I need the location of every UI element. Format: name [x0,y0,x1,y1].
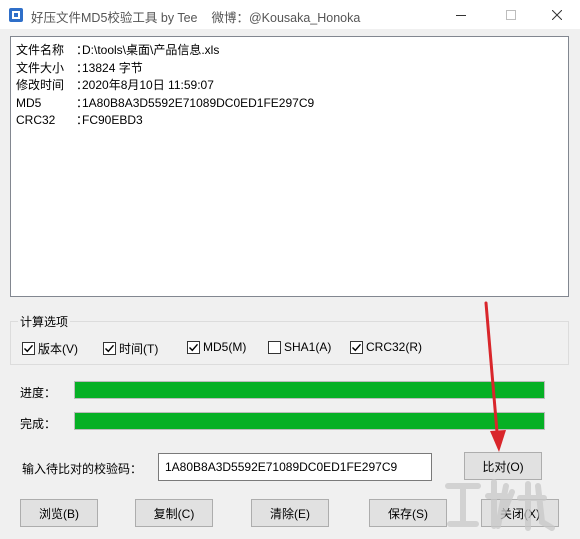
checkbox-box[interactable] [187,340,200,354]
compare-label: 输入待比对的校验码： [22,462,143,476]
window-subtitle: 微博：@Kousaka_Honoka [211,11,361,25]
checkbox-box[interactable] [103,342,116,355]
clear-button[interactable]: 清除(E) [251,499,329,527]
checkbox-crc32[interactable]: CRC32(R) [350,340,422,354]
checkmark-icon [24,344,34,353]
row-key: MD5 [16,95,42,110]
calc-options-title: 计算选项 [18,313,71,330]
complete-bar [74,412,545,430]
output-row-md5: MD5 ：1A80B8A3D5592E71089DC0ED1FE297C9 [16,95,563,113]
title-bar: 好压文件MD5校验工具 by Tee 微博：@Kousaka_Honoka [0,0,580,29]
row-key: 修改时间 [16,78,65,92]
window-title: 好压文件MD5校验工具 by Tee [31,11,198,25]
progress-label: 进度： [20,386,57,400]
minimize-icon [456,14,466,16]
checkmark-icon [352,343,362,351]
row-value: 13824 字节 [82,60,143,75]
row-key: 文件大小 [16,60,65,75]
window-title-area: 好压文件MD5校验工具 by Tee 微博：@Kousaka_Honoka [31,7,360,26]
row-value: 1A80B8A3D5592E71089DC0ED1FE297C9 [82,95,315,110]
checkbox-sha1[interactable]: SHA1(A) [268,340,331,354]
checkbox-label: CRC32(R) [366,340,423,354]
row-key: 文件名称 [16,43,65,57]
close-button[interactable]: 关闭(X) [481,499,559,527]
checkbox-box[interactable] [268,340,281,354]
checkbox-label: MD5(M) [203,340,247,354]
output-row-crc32: CRC32 ：FC90EBD3 [16,112,563,130]
complete-label: 完成： [20,417,57,431]
row-value: 2020年8月10日 11:59:07 [82,78,214,92]
row-value: D:\tools\桌面\产品信息.xls [82,43,220,57]
checkbox-box[interactable] [22,342,35,355]
maximize-button[interactable] [488,0,534,29]
checkbox-label: 版本(V) [38,342,78,356]
result-output[interactable]: 文件名称 ：D:\tools\桌面\产品信息.xls 文件大小 ：13824 字节 … [10,36,569,297]
close-icon [552,9,562,20]
complete-bar-fill [75,413,544,429]
close-window-button[interactable] [534,0,580,29]
checksum-input[interactable]: 1A80B8A3D5592E71089DC0ED1FE297C9 [158,453,432,481]
checkbox-time[interactable]: 时间(T) [103,340,158,357]
progress-bar [74,381,545,399]
checkbox-md5[interactable]: MD5(M) [187,340,246,354]
output-row-filesize: 文件大小 ：13824 字节 [16,60,563,78]
checkmark-icon [105,344,115,353]
output-row-filename: 文件名称 ：D:\tools\桌面\产品信息.xls [16,42,563,60]
checkbox-label: SHA1(A) [284,340,332,354]
checkmark-icon [189,343,199,351]
output-row-modified: 修改时间 ：2020年8月10日 11:59:07 [16,77,563,95]
checkbox-version[interactable]: 版本(V) [22,340,78,357]
browse-button[interactable]: 浏览(B) [20,499,98,527]
compare-button[interactable]: 比对(O) [464,452,542,480]
checkbox-box[interactable] [350,340,363,354]
save-button[interactable]: 保存(S) [369,499,447,527]
row-key: CRC32 [16,113,56,127]
progress-bar-fill [75,382,544,398]
app-icon [9,8,23,22]
copy-button[interactable]: 复制(C) [135,499,213,527]
checkbox-label: 时间(T) [119,342,159,356]
minimize-button[interactable] [438,0,484,29]
row-value: FC90EBD3 [82,113,143,127]
maximize-icon [506,9,516,20]
